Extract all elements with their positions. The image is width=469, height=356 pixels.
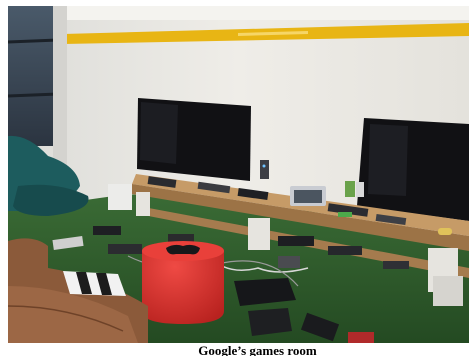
window-wall <box>8 6 58 146</box>
floor-console <box>168 234 194 242</box>
side-cube <box>108 184 132 210</box>
window-mullion <box>8 38 59 44</box>
green-board <box>338 212 352 217</box>
floor-console <box>93 226 121 235</box>
game-controller <box>166 244 200 255</box>
handheld-screen <box>294 190 322 203</box>
shelf-block <box>248 218 270 250</box>
games-room-illustration <box>8 6 469 343</box>
striped-pillow <box>63 271 126 296</box>
ceiling <box>8 6 469 20</box>
photo-caption: Google’s games room <box>0 343 469 356</box>
game-console <box>383 261 409 269</box>
floor-console <box>108 244 142 254</box>
shelf-block <box>136 192 150 216</box>
game-box <box>345 181 355 197</box>
game-box <box>356 182 364 197</box>
games-room-photo <box>8 6 469 343</box>
shelf-block <box>433 276 463 306</box>
tv-left-reflection <box>140 102 178 164</box>
floor-console-small <box>248 308 292 336</box>
socket-light <box>262 164 266 168</box>
red-box <box>348 332 374 343</box>
game-console <box>328 246 362 255</box>
game-console <box>278 236 314 246</box>
tv-right-reflection <box>368 124 408 196</box>
window-mullion <box>8 92 59 98</box>
game-controller <box>438 228 452 235</box>
floor-box <box>278 256 300 268</box>
caption-text: Google’s games room <box>198 343 317 356</box>
wall-socket <box>260 160 269 179</box>
